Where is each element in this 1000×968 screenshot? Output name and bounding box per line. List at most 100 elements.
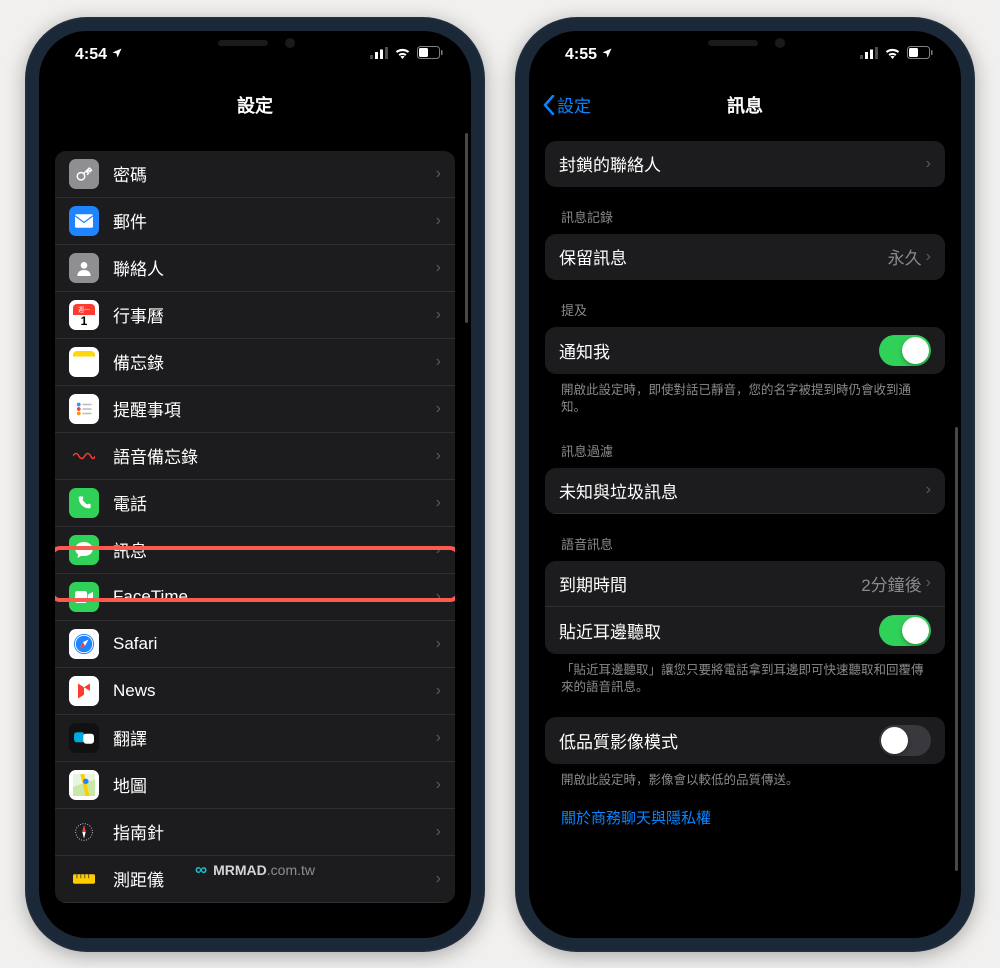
mail-icon xyxy=(69,206,99,236)
settings-row-compass[interactable]: 指南針 › xyxy=(55,809,455,856)
watermark-logo-icon: ∞ xyxy=(195,860,207,880)
settings-row-translate[interactable]: 翻譯 › xyxy=(55,715,455,762)
chevron-right-icon: › xyxy=(436,306,441,324)
voice-memo-icon xyxy=(69,441,99,471)
maps-icon xyxy=(69,770,99,800)
phone-frame-1: 4:54 設定 xyxy=(25,17,485,952)
calendar-icon: 週一1 xyxy=(69,300,99,330)
row-low-quality-image[interactable]: 低品質影像模式 xyxy=(545,717,945,764)
wifi-icon xyxy=(394,46,411,64)
cellular-icon xyxy=(370,46,388,64)
chevron-right-icon: › xyxy=(926,155,931,173)
footer-raise-listen: 「貼近耳邊聽取」讓您只要將電話拿到耳邊即可快速聽取和回覆傳來的語音訊息。 xyxy=(545,654,945,701)
chevron-right-icon: › xyxy=(436,635,441,653)
nav-bar: 設定 xyxy=(39,79,471,131)
news-icon xyxy=(69,676,99,706)
section-header-audio: 語音訊息 xyxy=(545,514,945,561)
settings-row-maps[interactable]: 地圖 › xyxy=(55,762,455,809)
row-label: 電話 xyxy=(113,490,436,515)
notch xyxy=(160,31,350,59)
row-raise-to-listen[interactable]: 貼近耳邊聽取 xyxy=(545,607,945,654)
message-icon xyxy=(69,535,99,565)
settings-content[interactable]: 密碼 › 郵件 › 聯絡人 › 週一1 行事曆 › xyxy=(39,131,471,938)
row-label: 地圖 xyxy=(113,772,436,797)
notch xyxy=(650,31,840,59)
phone-icon xyxy=(69,488,99,518)
watermark-brand: MRMAD xyxy=(213,862,267,878)
row-value: 永久 xyxy=(888,244,922,269)
row-label: 翻譯 xyxy=(113,725,436,750)
settings-row-messages[interactable]: 訊息 › xyxy=(55,527,455,574)
row-notify-me[interactable]: 通知我 xyxy=(545,327,945,374)
settings-row-notes[interactable]: 備忘錄 › xyxy=(55,339,455,386)
settings-row-calendar[interactable]: 週一1 行事曆 › xyxy=(55,292,455,339)
settings-row-reminders[interactable]: 提醒事項 › xyxy=(55,386,455,433)
battery-icon xyxy=(417,46,443,64)
chevron-right-icon: › xyxy=(436,682,441,700)
chevron-right-icon: › xyxy=(436,353,441,371)
toggle-low-quality[interactable] xyxy=(879,725,931,756)
row-keep-messages[interactable]: 保留訊息 永久 › xyxy=(545,234,945,280)
row-unknown-spam[interactable]: 未知與垃圾訊息 › xyxy=(545,468,945,514)
business-chat-privacy-link[interactable]: 關於商務聊天與隱私權 xyxy=(545,793,945,842)
row-label: 貼近耳邊聽取 xyxy=(559,618,879,643)
settings-row-news[interactable]: News › xyxy=(55,668,455,715)
row-label: 聯絡人 xyxy=(113,255,436,280)
measure-icon xyxy=(69,864,99,894)
row-label: 通知我 xyxy=(559,338,879,363)
row-label: 指南針 xyxy=(113,819,436,844)
chevron-right-icon: › xyxy=(436,541,441,559)
settings-row-phone[interactable]: 電話 › xyxy=(55,480,455,527)
phone-screen-2: 4:55 設定 訊息 xyxy=(529,31,961,938)
chevron-right-icon: › xyxy=(436,165,441,183)
page-title: 設定 xyxy=(237,92,273,118)
page-title: 訊息 xyxy=(727,92,763,118)
settings-row-facetime[interactable]: FaceTime › xyxy=(55,574,455,621)
chevron-right-icon: › xyxy=(436,729,441,747)
nav-back-label: 設定 xyxy=(557,92,591,117)
watermark: ∞ MRMAD.com.tw xyxy=(195,860,315,880)
reminders-icon xyxy=(69,394,99,424)
row-label: News xyxy=(113,681,436,701)
safari-icon xyxy=(69,629,99,659)
facetime-icon xyxy=(69,582,99,612)
wifi-icon xyxy=(884,46,901,64)
status-time: 4:54 xyxy=(75,46,107,64)
row-expire[interactable]: 到期時間 2分鐘後 › xyxy=(545,561,945,607)
messages-settings-content[interactable]: 封鎖的聯絡人 › 訊息記錄 保留訊息 永久 › 提及 通知我 開啟此設定時，即 xyxy=(529,131,961,938)
chevron-left-icon xyxy=(543,95,555,115)
row-label: 封鎖的聯絡人 xyxy=(559,151,926,176)
settings-row-safari[interactable]: Safari › xyxy=(55,621,455,668)
settings-row-voice-memos[interactable]: 語音備忘錄 › xyxy=(55,433,455,480)
row-label: 低品質影像模式 xyxy=(559,728,879,753)
cellular-icon xyxy=(860,46,878,64)
chevron-right-icon: › xyxy=(926,248,931,266)
scrollbar[interactable] xyxy=(465,133,468,323)
toggle-raise-to-listen[interactable] xyxy=(879,615,931,646)
person-icon xyxy=(69,253,99,283)
row-label: 語音備忘錄 xyxy=(113,443,436,468)
row-label: 備忘錄 xyxy=(113,349,436,374)
settings-row-contacts[interactable]: 聯絡人 › xyxy=(55,245,455,292)
battery-icon xyxy=(907,46,933,64)
chevron-right-icon: › xyxy=(436,447,441,465)
scrollbar[interactable] xyxy=(955,427,958,871)
section-header-filter: 訊息過濾 xyxy=(545,421,945,468)
row-value: 2分鐘後 xyxy=(861,571,921,596)
toggle-notify-me[interactable] xyxy=(879,335,931,366)
row-blocked-contacts[interactable]: 封鎖的聯絡人 › xyxy=(545,141,945,187)
chevron-right-icon: › xyxy=(436,259,441,277)
nav-bar: 設定 訊息 xyxy=(529,79,961,131)
chevron-right-icon: › xyxy=(436,400,441,418)
chevron-right-icon: › xyxy=(926,481,931,499)
settings-row-passwords[interactable]: 密碼 › xyxy=(55,151,455,198)
translate-icon xyxy=(69,723,99,753)
chevron-right-icon: › xyxy=(436,494,441,512)
nav-back-button[interactable]: 設定 xyxy=(543,92,591,117)
status-time: 4:55 xyxy=(565,46,597,64)
settings-row-mail[interactable]: 郵件 › xyxy=(55,198,455,245)
chevron-right-icon: › xyxy=(436,212,441,230)
chevron-right-icon: › xyxy=(926,574,931,592)
section-header-mentions: 提及 xyxy=(545,280,945,327)
phone-frame-2: 4:55 設定 訊息 xyxy=(515,17,975,952)
